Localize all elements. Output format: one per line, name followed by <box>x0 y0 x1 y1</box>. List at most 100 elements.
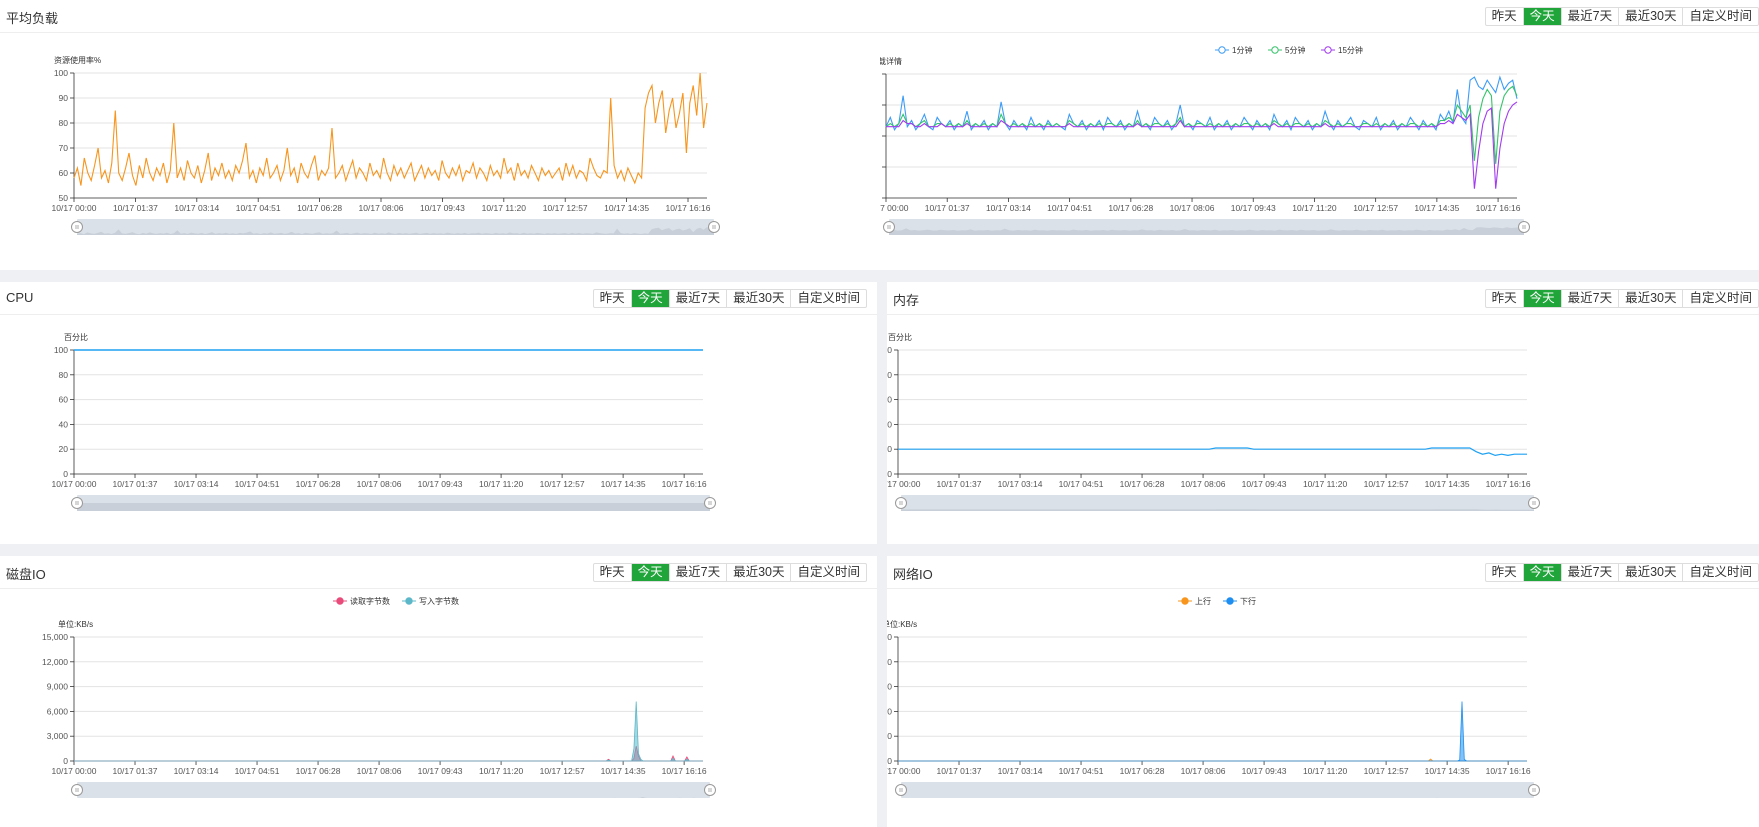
x-tick-label: 10/17 11:20 <box>1303 766 1348 776</box>
y-tick-label: 0 <box>887 756 892 766</box>
range-button[interactable]: 最近7天 <box>668 290 726 307</box>
zoom-slider-handle[interactable] <box>883 221 895 233</box>
y-tick-label: 80 <box>59 118 69 128</box>
legend-marker <box>1226 597 1234 605</box>
range-button[interactable]: 今天 <box>630 564 669 581</box>
legend-label: 读取字节数 <box>350 596 390 606</box>
range-button[interactable]: 最近30天 <box>1618 8 1682 25</box>
range-button[interactable]: 昨天 <box>1486 290 1523 307</box>
x-tick-label: 10/17 03:14 <box>986 203 1031 213</box>
x-tick-label: 10/17 16:16 <box>1486 766 1531 776</box>
y-tick-label: 5,000 <box>887 731 892 741</box>
x-tick-label: 10/17 04:51 <box>235 766 280 776</box>
y-tick-label: 40 <box>887 419 892 429</box>
range-button[interactable]: 昨天 <box>1486 8 1523 25</box>
mem-chart: 百分比 0 20 40 60 80 100 10/17 00:00 10/17 01:37 10/… <box>887 332 1540 511</box>
x-tick-label: 10/17 03:14 <box>174 479 219 489</box>
zoom-slider-handle[interactable] <box>71 497 83 509</box>
zoom-slider-handle[interactable] <box>704 784 716 796</box>
legend-label: 写入字节数 <box>419 596 459 606</box>
x-tick-label: 10/17 01:37 <box>937 766 982 776</box>
range-button[interactable]: 昨天 <box>1486 564 1523 581</box>
range-button[interactable]: 自定义时间 <box>790 290 866 307</box>
legend-label: 1分钟 <box>1232 45 1252 55</box>
range-button[interactable]: 最近30天 <box>1618 290 1682 307</box>
range-button[interactable]: 自定义时间 <box>1682 8 1758 25</box>
range-button[interactable]: 昨天 <box>594 564 631 581</box>
range-button[interactable]: 自定义时间 <box>1682 290 1758 307</box>
x-tick-label: 10/17 11:20 <box>479 479 524 489</box>
x-tick-label: 10/17 09:43 <box>418 766 463 776</box>
x-tick-label: 10/17 06:28 <box>1120 479 1165 489</box>
range-button[interactable]: 最近7天 <box>668 564 726 581</box>
range-button[interactable]: 最近7天 <box>1560 564 1618 581</box>
y-tick-label: 25,000 <box>887 632 892 642</box>
cpu-chart: 百分比 0 20 40 60 80 100 10/17 00:00 10/17 01:37 10/… <box>52 332 716 511</box>
load-range-buttons: 昨天 今天 最近7天 最近30天 自定义时间 <box>1484 7 1759 26</box>
x-tick-label: 10/17 12:57 <box>540 766 585 776</box>
y-axis-label: 单位:KB/s <box>58 619 93 629</box>
range-button[interactable]: 最近30天 <box>726 290 790 307</box>
zoom-slider-track <box>901 782 1534 798</box>
range-button[interactable]: 最近30天 <box>1618 564 1682 581</box>
range-button[interactable]: 今天 <box>630 290 669 307</box>
x-tick-label: 10/17 00:00 <box>52 766 97 776</box>
net-panel: 网络IO 昨天今天最近7天最近30天自定义时间 上行 下行单位:KB/s 0 5,00… <box>887 556 1759 827</box>
x-tick-label: 10/17 11:20 <box>1292 203 1337 213</box>
y-tick-label: 70 <box>59 143 69 153</box>
x-tick-label: 10/17 03:14 <box>998 766 1043 776</box>
zoom-slider-handle[interactable] <box>1528 784 1540 796</box>
mem-range-buttons: 昨天 今天 最近7天 最近30天 自定义时间 <box>1484 289 1759 308</box>
panel-title: 磁盘IO <box>6 567 46 582</box>
zoom-slider-handle[interactable] <box>1528 497 1540 509</box>
zoom-slider-preview <box>77 503 710 511</box>
y-tick-label: 100 <box>54 68 68 78</box>
x-tick-label: 10/17 06:28 <box>296 479 341 489</box>
y-tick-label: 100 <box>887 345 892 355</box>
range-button[interactable]: 最近30天 <box>726 564 790 581</box>
legend-item: 5分钟 <box>1268 45 1305 55</box>
load-panel: 平均负载 昨天 今天 最近7天 最近30天 自定义时间 资源使用率% 50 60 70 80 90… <box>0 0 1759 270</box>
zoom-slider-handle[interactable] <box>895 784 907 796</box>
range-button[interactable]: 自定义时间 <box>1682 564 1758 581</box>
range-button[interactable]: 今天 <box>1522 564 1561 581</box>
y-tick-label: 60 <box>59 168 69 178</box>
x-tick-label: 10/17 08:06 <box>359 203 404 213</box>
legend-marker <box>336 597 344 605</box>
legend-marker <box>405 597 413 605</box>
x-tick-label: 10/17 08:06 <box>1170 203 1215 213</box>
range-button[interactable]: 自定义时间 <box>790 564 866 581</box>
x-tick-label: 10/17 14:35 <box>1425 766 1470 776</box>
series-line <box>886 101 1518 189</box>
y-tick-label: 20 <box>887 444 892 454</box>
cpu-panel: CPU 昨天 今天 最近7天 最近30天 自定义时间 百分比 0 20 40 60 80 100 10… <box>0 282 877 544</box>
x-tick-label: 10/17 04:51 <box>1059 766 1104 776</box>
legend-label: 下行 <box>1240 596 1256 606</box>
x-tick-label: 10/17 06:28 <box>1120 766 1165 776</box>
range-button[interactable]: 最近7天 <box>1560 290 1618 307</box>
zoom-slider-handle[interactable] <box>71 221 83 233</box>
x-tick-label: 10/17 00:00 <box>887 766 921 776</box>
range-button[interactable]: 昨天 <box>594 290 631 307</box>
series-line <box>73 72 708 186</box>
zoom-slider-handle[interactable] <box>1518 221 1530 233</box>
zoom-slider-handle[interactable] <box>71 784 83 796</box>
x-tick-label: 10/17 09:43 <box>1231 203 1276 213</box>
legend-marker <box>1324 46 1332 54</box>
x-tick-label: 10/17 04:51 <box>1047 203 1092 213</box>
legend-item: 上行 <box>1178 596 1211 606</box>
y-tick-label: 0 <box>63 469 68 479</box>
x-tick-label: 10/17 12:57 <box>540 479 585 489</box>
range-button[interactable]: 最近7天 <box>1560 8 1618 25</box>
x-tick-label: 10/17 12:57 <box>1364 479 1409 489</box>
y-axis-label: 百分比 <box>64 332 88 342</box>
zoom-slider-handle[interactable] <box>704 497 716 509</box>
disk-range-buttons: 昨天 今天 最近7天 最近30天 自定义时间 <box>592 563 867 582</box>
zoom-slider-handle[interactable] <box>708 221 720 233</box>
zoom-slider-handle[interactable] <box>895 497 907 509</box>
range-button[interactable]: 今天 <box>1522 290 1561 307</box>
x-tick-label: 10/17 08:06 <box>357 479 402 489</box>
panel-title: 网络IO <box>893 567 933 582</box>
range-button[interactable]: 今天 <box>1522 8 1561 25</box>
y-tick-label: 0 <box>63 756 68 766</box>
